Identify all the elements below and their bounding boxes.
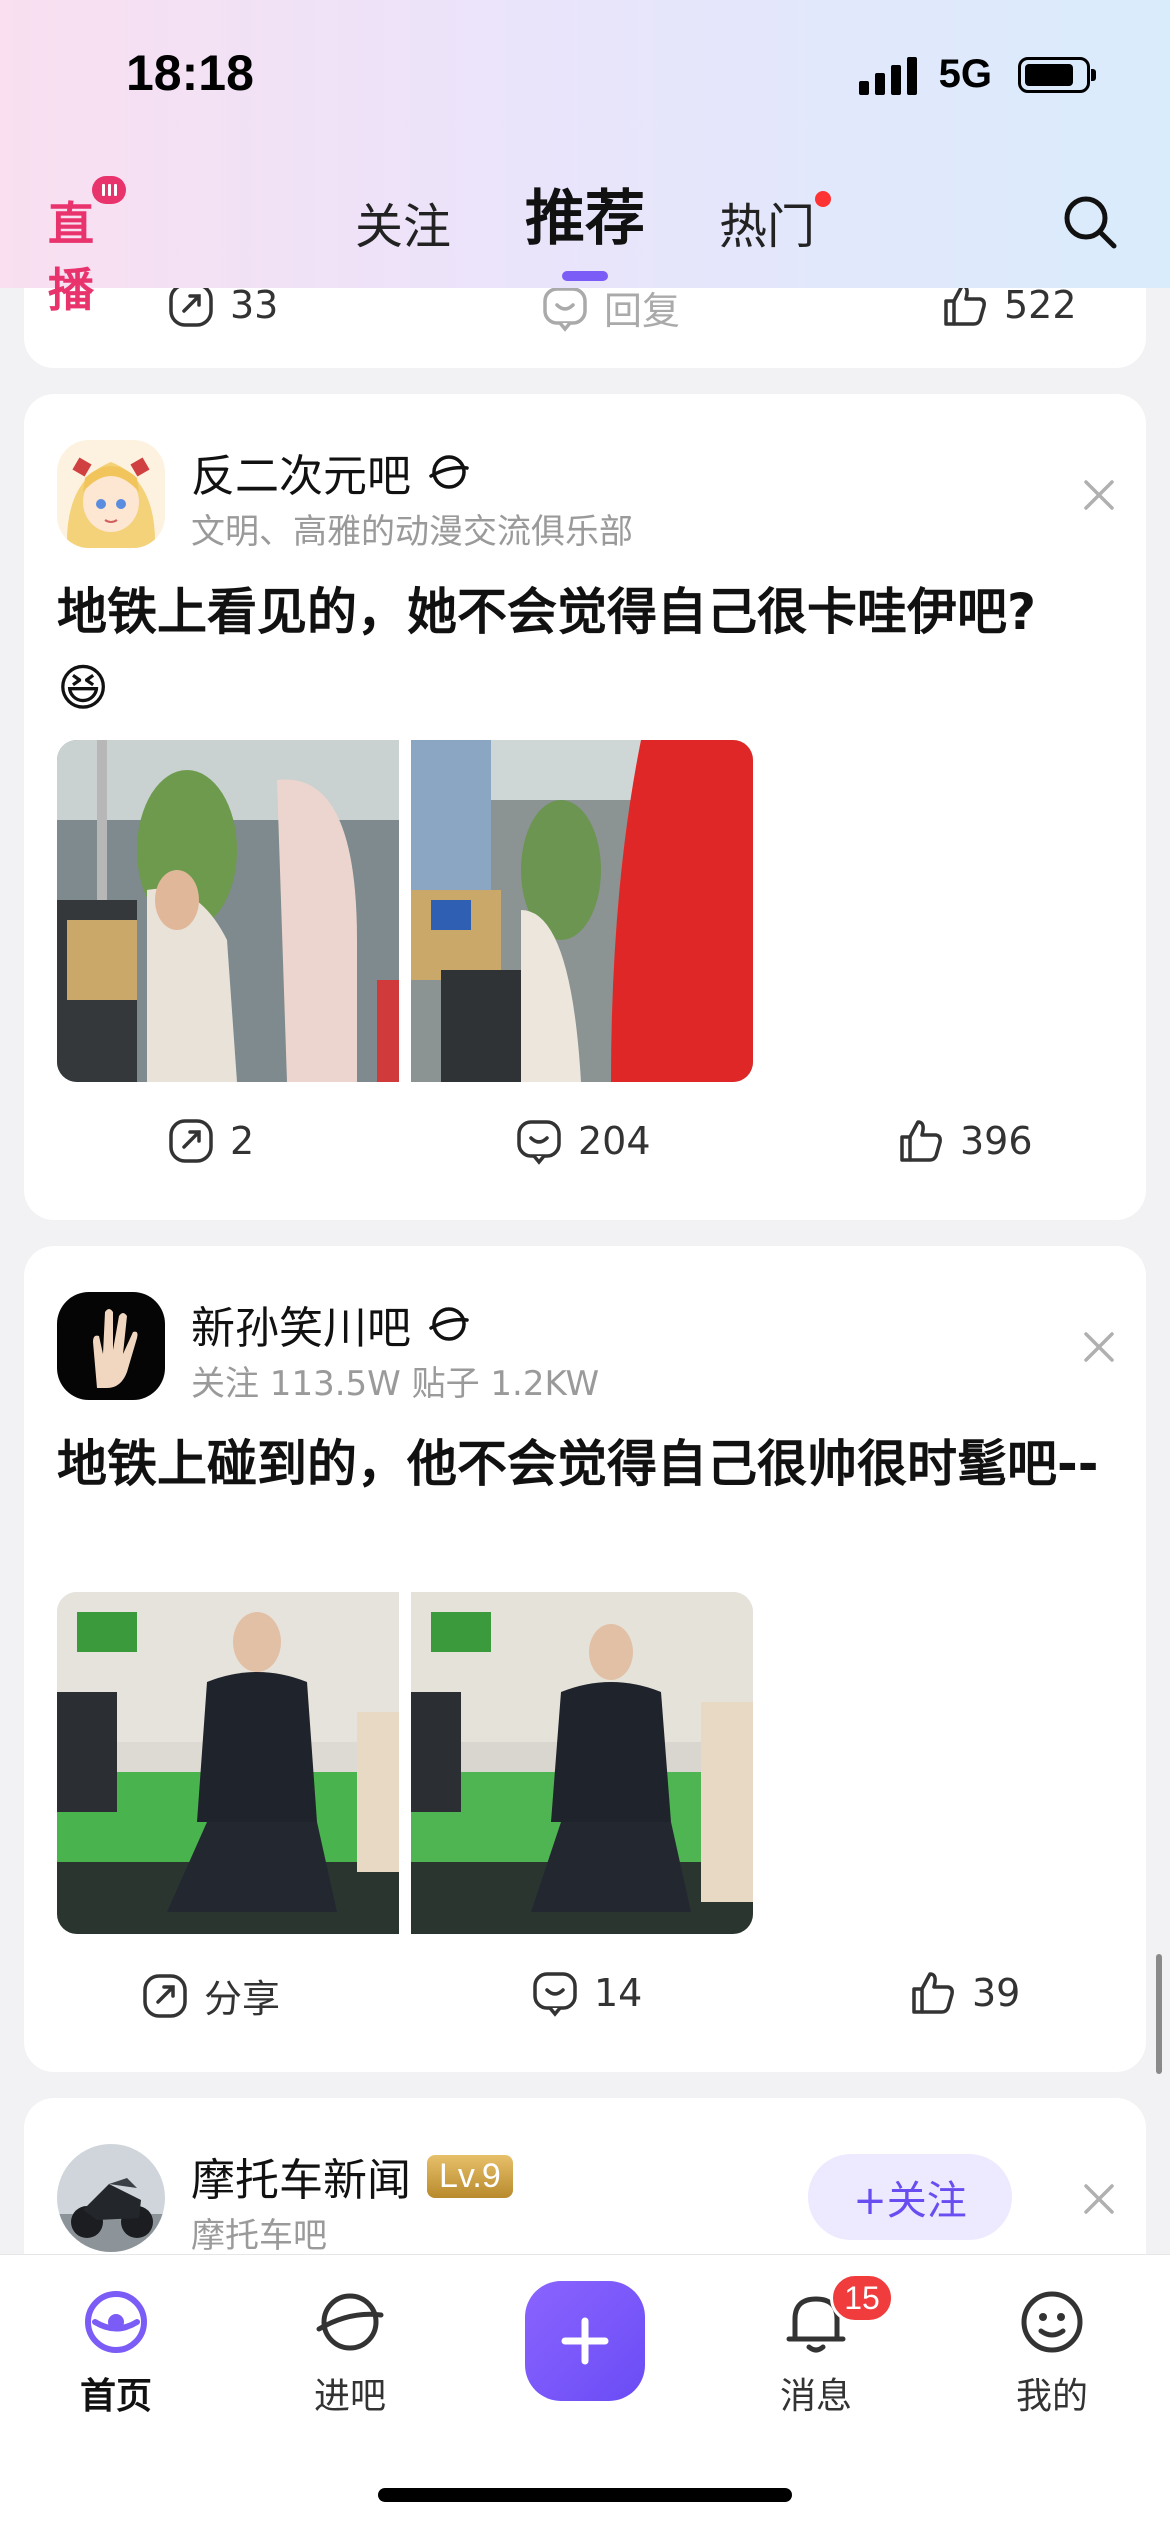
post-actions: 分享 14 39 (24, 1968, 1146, 2028)
user-name[interactable]: 摩托车新闻 Lv.9 (191, 2144, 513, 2208)
feed-tabs: 关注 推荐 热门 (0, 170, 1170, 281)
tab-recommend[interactable]: 推荐 (525, 170, 645, 281)
share-icon (143, 1973, 187, 2018)
user-avatar[interactable] (57, 2144, 165, 2252)
status-time: 18:18 (126, 45, 254, 101)
comment-action[interactable]: 14 (530, 1968, 642, 2018)
signal-icon (858, 55, 917, 95)
close-icon[interactable] (1082, 1330, 1116, 1364)
forum-name[interactable]: 反二次元吧 (191, 440, 471, 504)
battery-icon (1018, 56, 1096, 93)
tab-follow[interactable]: 关注 (355, 187, 451, 281)
close-icon[interactable] (1082, 478, 1116, 512)
post-header: 新孙笑川吧 关注 113.5W 贴子 1.2KW (57, 1292, 1116, 1404)
post-header: 反二次元吧 文明、高雅的动漫交流俱乐部 (57, 440, 1116, 552)
comment-icon (533, 1972, 577, 2017)
share-icon (169, 1119, 213, 1163)
previous-post-actions: 33 回复 522 (24, 280, 1146, 340)
forum-name[interactable]: 新孙笑川吧 (191, 1292, 471, 1356)
like-action[interactable]: 39 (908, 1968, 1020, 2018)
thumbs-up-icon (912, 1972, 954, 2014)
search-icon[interactable] (1060, 192, 1120, 252)
message-count-badge: 15 (830, 2273, 894, 2323)
level-badge: Lv.9 (427, 2154, 513, 2198)
comment-icon (543, 286, 587, 332)
laughing-emoji-icon: 😆 (57, 659, 110, 717)
compose-button[interactable] (525, 2281, 645, 2401)
comment-icon (517, 1120, 561, 1165)
comment-action[interactable]: 204 (514, 1116, 651, 1166)
nav-profile[interactable]: 我的 (972, 2285, 1132, 2419)
thumbs-up-icon (900, 1120, 942, 1162)
close-icon[interactable] (1082, 2182, 1116, 2216)
home-icon (85, 2291, 147, 2353)
planet-icon (316, 2293, 384, 2351)
forum-name-sub[interactable]: 摩托车吧 (191, 2208, 327, 2257)
plus-icon (561, 2317, 609, 2365)
post-image[interactable] (57, 740, 399, 1082)
share-action[interactable]: 分享 (140, 1968, 280, 2023)
profile-icon (1021, 2291, 1083, 2353)
top-header: 18:18 5G 直播 关注 推荐 热门 (0, 0, 1170, 317)
home-indicator[interactable] (378, 2488, 792, 2502)
planet-icon (429, 455, 469, 489)
scrollbar[interactable] (1156, 1954, 1162, 2074)
nav-home[interactable]: 首页 (36, 2285, 196, 2419)
like-action[interactable]: 396 (896, 1116, 1033, 1166)
post-title[interactable]: 地铁上碰到的，他不会觉得自己很帅很时髦吧-- (57, 1426, 1106, 1502)
share-action[interactable]: 2 (166, 1116, 254, 1166)
planet-icon (429, 1307, 469, 1341)
post-image[interactable] (411, 740, 753, 1082)
post-images (57, 1592, 753, 1934)
network-label: 5G (938, 52, 992, 96)
post-image[interactable] (57, 1592, 399, 1934)
post-card[interactable]: 反二次元吧 文明、高雅的动漫交流俱乐部 地铁上看见的，她不会觉得自己很卡哇伊吧?… (24, 394, 1146, 1220)
post-images (57, 740, 753, 1082)
tab-hot[interactable]: 热门 (719, 187, 832, 281)
forum-stats: 关注 113.5W 贴子 1.2KW (191, 1364, 600, 1404)
follow-button[interactable]: +关注 (808, 2154, 1012, 2240)
post-image[interactable] (411, 1592, 753, 1934)
post-title[interactable]: 地铁上看见的，她不会觉得自己很卡哇伊吧? 😆 (57, 574, 1106, 726)
post-actions: 2 204 396 (24, 1116, 1146, 1176)
forum-avatar[interactable] (57, 1292, 165, 1400)
forum-description: 文明、高雅的动漫交流俱乐部 (191, 512, 633, 552)
screen: 18:18 5G 直播 关注 推荐 热门 33 回复 522 反二次元吧 文明、… (0, 0, 1170, 2532)
tab-hot-dot (815, 191, 832, 207)
reply-action[interactable]: 回复 (540, 280, 680, 335)
forum-avatar[interactable] (57, 440, 165, 548)
status-indicators: 5G (858, 52, 1096, 97)
nav-messages[interactable]: 消息 15 (736, 2273, 896, 2419)
nav-forums[interactable]: 进吧 (270, 2285, 430, 2419)
post-card[interactable]: 新孙笑川吧 关注 113.5W 贴子 1.2KW 地铁上碰到的，他不会觉得自己很… (24, 1246, 1146, 2072)
